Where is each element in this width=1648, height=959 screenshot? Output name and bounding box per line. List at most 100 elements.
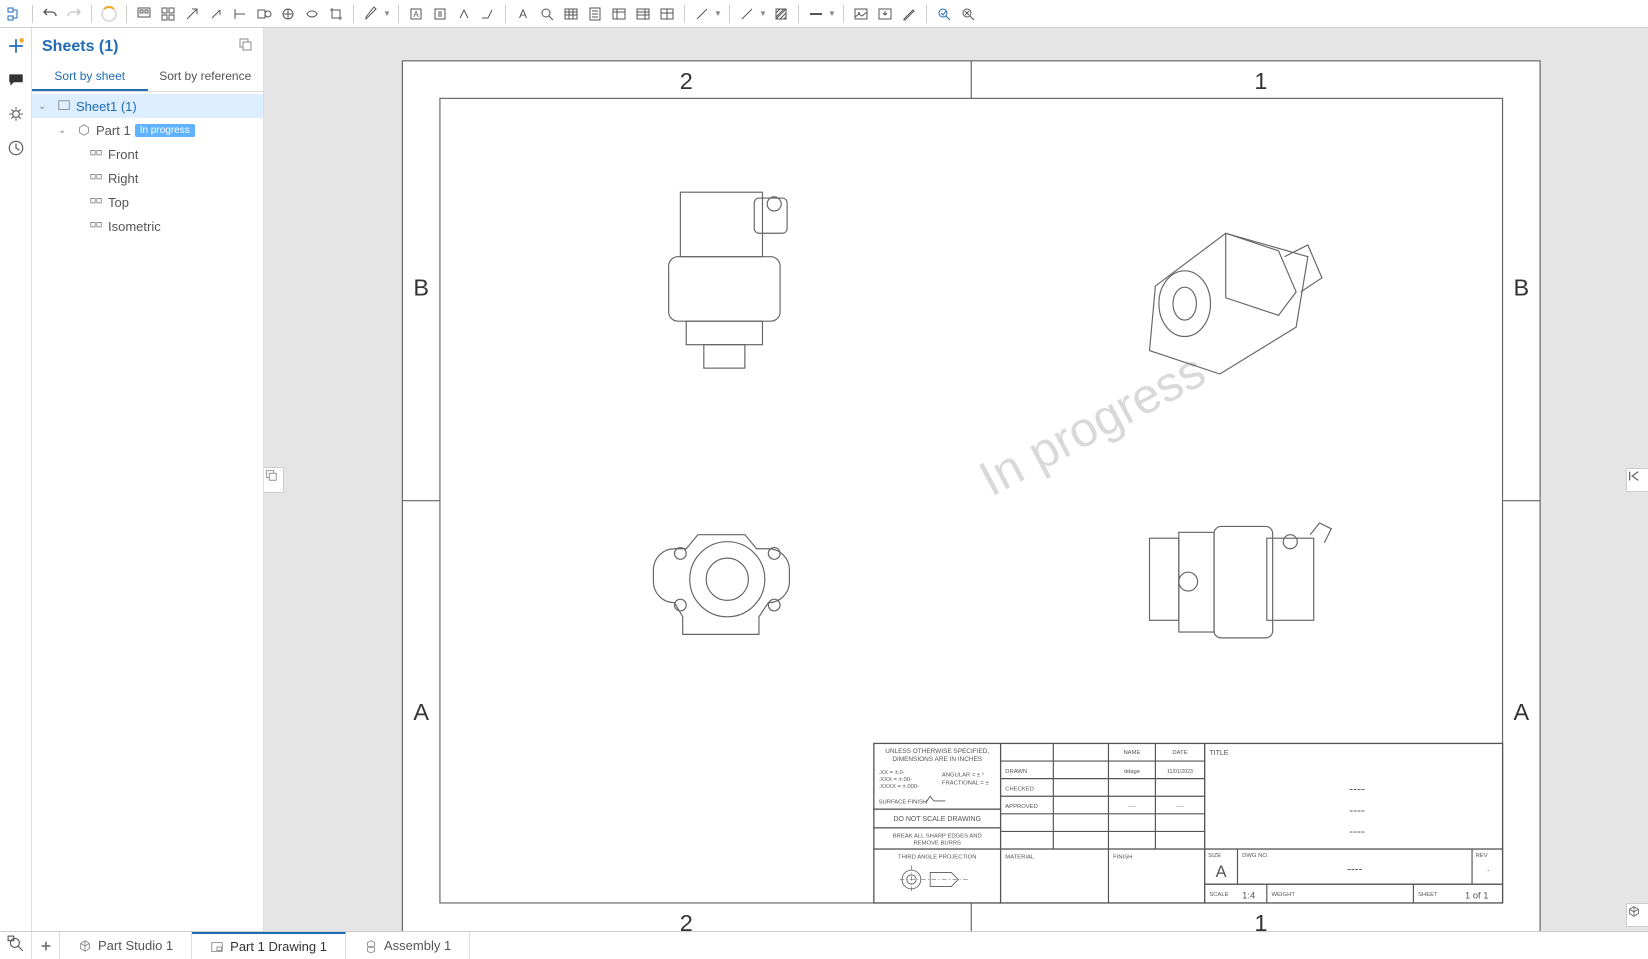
- weld-symbol-icon[interactable]: [477, 3, 499, 25]
- tab-drawing[interactable]: Part 1 Drawing 1: [192, 932, 346, 959]
- svg-text:REV: REV: [1476, 853, 1488, 859]
- svg-text:SCALE: SCALE: [1209, 892, 1228, 898]
- break-view-icon[interactable]: [277, 3, 299, 25]
- tab-part-studio[interactable]: Part Studio 1: [60, 932, 192, 959]
- dropdown-caret-icon[interactable]: ▼: [382, 9, 392, 18]
- callout-icon[interactable]: [429, 3, 451, 25]
- add-feature-icon[interactable]: [4, 34, 28, 58]
- tree-sheet-row[interactable]: ⌄ Sheet1 (1): [32, 94, 263, 118]
- configurations-icon[interactable]: [4, 102, 28, 126]
- popout-icon[interactable]: [237, 36, 253, 57]
- left-rail: [0, 28, 32, 931]
- tab-label: Assembly 1: [384, 938, 451, 953]
- document-tabs: Part Studio 1 Part 1 Drawing 1 Assembly …: [0, 931, 1648, 959]
- svg-text:MATERIAL: MATERIAL: [1005, 854, 1035, 860]
- surface-finish-icon[interactable]: [453, 3, 475, 25]
- hatch-icon[interactable]: [770, 3, 792, 25]
- svg-text:REMOVE BURRS: REMOVE BURRS: [913, 840, 961, 846]
- sheet-tree: ⌄ Sheet1 (1) ⌄ Part 1 In progress Front …: [32, 92, 263, 931]
- note-icon[interactable]: A: [405, 3, 427, 25]
- crop-view-icon[interactable]: [325, 3, 347, 25]
- svg-text:NAME: NAME: [1123, 750, 1140, 756]
- text-tool-icon[interactable]: A: [512, 3, 534, 25]
- svg-text:11/01/2023: 11/01/2023: [1167, 769, 1193, 775]
- svg-text:----: ----: [1349, 804, 1365, 817]
- svg-text:ddage: ddage: [1124, 769, 1140, 775]
- tree-view-front[interactable]: Front: [32, 142, 263, 166]
- search-tabs-icon[interactable]: [7, 935, 25, 956]
- svg-text:----: ----: [1347, 862, 1363, 875]
- auxiliary-view-icon[interactable]: [205, 3, 227, 25]
- tree-view-iso[interactable]: Isometric: [32, 214, 263, 238]
- svg-text:A: A: [519, 7, 527, 21]
- sketch-tool-icon[interactable]: [360, 3, 382, 25]
- versions-icon[interactable]: [4, 136, 28, 160]
- image-icon[interactable]: [850, 3, 872, 25]
- svg-text:SURFACE FINISH: SURFACE FINISH: [879, 799, 928, 805]
- svg-text:DO NOT SCALE DRAWING: DO NOT SCALE DRAWING: [893, 816, 981, 823]
- revision-table-icon[interactable]: [632, 3, 654, 25]
- tree-label: Sheet1 (1): [76, 99, 137, 114]
- tree-label: Part 1: [96, 123, 131, 138]
- dropdown-caret-icon[interactable]: ▼: [713, 9, 723, 18]
- import-dxf-icon[interactable]: [874, 3, 896, 25]
- svg-text:DATE: DATE: [1172, 750, 1187, 756]
- svg-text:WEIGHT: WEIGHT: [1271, 892, 1295, 898]
- four-view-icon[interactable]: [157, 3, 179, 25]
- zone-label: B: [413, 274, 429, 300]
- insert-view-icon[interactable]: [133, 3, 155, 25]
- dropdown-caret-icon[interactable]: ▼: [758, 9, 768, 18]
- zone-label: 2: [680, 68, 693, 94]
- svg-text:.XXX = ±.00-: .XXX = ±.00-: [879, 777, 912, 783]
- sheets-panel: Sheets (1) Sort by sheet Sort by referen…: [32, 28, 264, 931]
- view-icon: [88, 194, 104, 210]
- svg-text:APPROVED: APPROVED: [1005, 804, 1038, 810]
- svg-text:.XXXX = ±.000-: .XXXX = ±.000-: [879, 784, 920, 790]
- feature-tree-icon[interactable]: [4, 3, 26, 25]
- main-toolbar: ▼ A A ▼ ▼ ▼: [0, 0, 1648, 28]
- tree-label: Top: [108, 195, 129, 210]
- comments-icon[interactable]: [4, 68, 28, 92]
- edit-icon[interactable]: [898, 3, 920, 25]
- broken-out-icon[interactable]: [301, 3, 323, 25]
- panel-title: Sheets (1): [42, 38, 118, 56]
- undo-button[interactable]: [39, 3, 61, 25]
- tab-sort-reference[interactable]: Sort by reference: [148, 63, 264, 91]
- tab-sort-sheet[interactable]: Sort by sheet: [32, 63, 148, 91]
- hole-table-icon[interactable]: [608, 3, 630, 25]
- svg-text:SIZE: SIZE: [1208, 853, 1221, 859]
- svg-text:TITLE: TITLE: [1209, 750, 1228, 757]
- svg-text:A: A: [413, 10, 419, 19]
- svg-text:FRACTIONAL = ±: FRACTIONAL = ±: [942, 781, 990, 787]
- tree-label: Front: [108, 147, 138, 162]
- chevron-down-icon[interactable]: ⌄: [38, 101, 52, 112]
- part-icon: [76, 122, 92, 138]
- custom-table-icon[interactable]: [656, 3, 678, 25]
- detail-view-icon[interactable]: [253, 3, 275, 25]
- tab-assembly[interactable]: Assembly 1: [346, 932, 470, 959]
- centerline-icon[interactable]: [691, 3, 713, 25]
- drawing-canvas[interactable]: 2 1 2 1 B A B A In progress: [264, 28, 1648, 931]
- line-style-icon[interactable]: [805, 3, 827, 25]
- svg-text:ANGULAR = ± °: ANGULAR = ± °: [942, 772, 984, 778]
- bom-icon[interactable]: [584, 3, 606, 25]
- inspect2-icon[interactable]: [957, 3, 979, 25]
- tree-view-right[interactable]: Right: [32, 166, 263, 190]
- svg-text:BREAK ALL SHARP EDGES AND: BREAK ALL SHARP EDGES AND: [893, 833, 982, 839]
- chevron-down-icon[interactable]: ⌄: [58, 125, 72, 136]
- line-tool-icon[interactable]: [736, 3, 758, 25]
- dropdown-caret-icon[interactable]: ▼: [827, 9, 837, 18]
- section-view-icon[interactable]: [229, 3, 251, 25]
- projected-view-icon[interactable]: [181, 3, 203, 25]
- drawing-icon: [210, 940, 224, 954]
- tree-view-top[interactable]: Top: [32, 190, 263, 214]
- balloon-icon[interactable]: [536, 3, 558, 25]
- redo-button[interactable]: [63, 3, 85, 25]
- drawing-sheet-svg: 2 1 2 1 B A B A In progress: [264, 28, 1648, 931]
- table-icon[interactable]: [560, 3, 582, 25]
- inspect-icon[interactable]: [933, 3, 955, 25]
- add-tab-button[interactable]: [32, 932, 60, 959]
- zone-label: A: [1513, 699, 1529, 725]
- svg-text:----: ----: [1349, 783, 1365, 796]
- tree-part-row[interactable]: ⌄ Part 1 In progress: [32, 118, 263, 142]
